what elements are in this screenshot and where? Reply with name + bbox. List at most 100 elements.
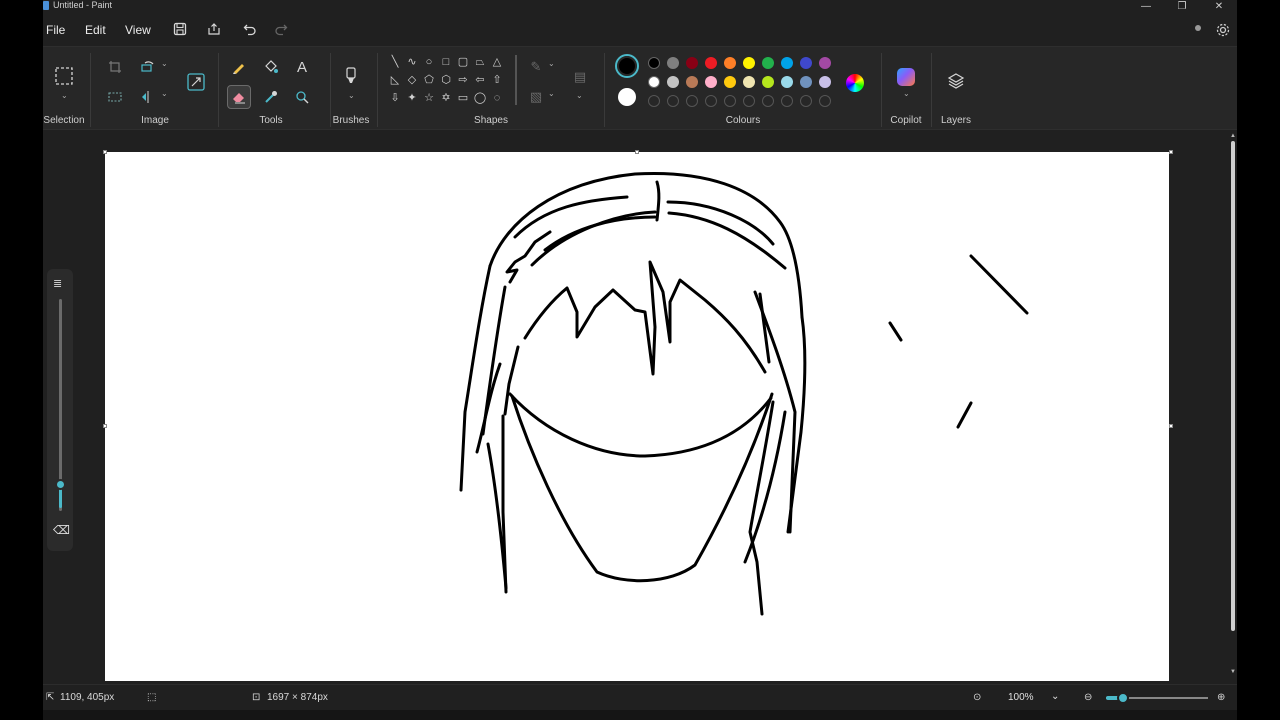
undo-icon[interactable] <box>242 22 258 38</box>
brush-size-thumb[interactable] <box>55 479 66 490</box>
custom-color-slot-8[interactable] <box>781 95 793 107</box>
shape-star4-icon[interactable]: ✦ <box>404 90 420 106</box>
magnifier-icon[interactable] <box>292 87 312 107</box>
shape-star6-icon[interactable]: ✡ <box>438 90 454 106</box>
flip-chevron-icon[interactable]: ⌄ <box>161 89 168 98</box>
custom-color-slot-7[interactable] <box>762 95 774 107</box>
scroll-down-arrow-icon[interactable]: ▼ <box>1230 669 1236 675</box>
palette-row1-swatch-7[interactable] <box>762 57 774 69</box>
palette-row1-swatch-4[interactable] <box>705 57 717 69</box>
shape-rounded-rectangle-icon[interactable]: ▢ <box>455 54 471 70</box>
canvas-resize-handle-top[interactable] <box>635 150 639 154</box>
copilot-chevron-icon[interactable]: ⌄ <box>903 89 910 98</box>
palette-row2-swatch-2[interactable] <box>667 76 679 88</box>
text-tool-icon[interactable]: A <box>292 57 312 77</box>
resize-icon[interactable] <box>185 71 207 93</box>
palette-row2-swatch-4[interactable] <box>705 76 717 88</box>
shape-style-icon[interactable]: ▤ <box>570 67 590 87</box>
shape-arrow-right-icon[interactable]: ⇨ <box>455 72 471 88</box>
zoom-out-icon[interactable]: ⊖ <box>1084 692 1092 703</box>
shape-arrow-left-icon[interactable]: ⇦ <box>472 72 488 88</box>
rotate-chevron-icon[interactable]: ⌄ <box>161 59 168 68</box>
select-all-icon[interactable] <box>105 87 125 107</box>
shape-pentagon-icon[interactable]: ⬠ <box>421 72 437 88</box>
minimize-button[interactable]: — <box>1136 0 1156 12</box>
rectangle-select-icon[interactable] <box>53 65 75 87</box>
fit-to-window-icon[interactable]: ⊙ <box>973 692 981 703</box>
palette-row1-swatch-6[interactable] <box>743 57 755 69</box>
restore-button[interactable]: ❐ <box>1172 0 1192 12</box>
color-picker-icon[interactable] <box>261 87 281 107</box>
shape-callout-rect-icon[interactable]: ▭ <box>455 90 471 106</box>
shape-rectangle-icon[interactable]: □ <box>438 54 454 70</box>
menu-edit[interactable]: Edit <box>85 23 106 37</box>
shape-right-triangle-icon[interactable]: ◺ <box>387 72 403 88</box>
canvas-resize-handle-left[interactable] <box>103 424 107 428</box>
shape-arrow-down-icon[interactable]: ⇩ <box>387 90 403 106</box>
share-icon[interactable] <box>206 22 222 38</box>
eraser-mode-icon[interactable]: ⌫ <box>53 523 70 537</box>
custom-color-slot-2[interactable] <box>667 95 679 107</box>
selection-chevron-icon[interactable]: ⌄ <box>61 91 68 100</box>
shape-triangle-icon[interactable]: △ <box>489 54 505 70</box>
outline-chevron-icon[interactable]: ⌄ <box>548 59 555 68</box>
custom-color-slot-6[interactable] <box>743 95 755 107</box>
palette-row2-swatch-8[interactable] <box>781 76 793 88</box>
palette-row1-swatch-1[interactable] <box>648 57 660 69</box>
palette-row2-swatch-7[interactable] <box>762 76 774 88</box>
palette-row2-swatch-3[interactable] <box>686 76 698 88</box>
custom-color-slot-10[interactable] <box>819 95 831 107</box>
shape-hexagon-icon[interactable]: ⬡ <box>438 72 454 88</box>
settings-gear-icon[interactable] <box>1215 22 1231 41</box>
fill-bucket-icon[interactable] <box>261 57 281 77</box>
eraser-icon[interactable] <box>229 87 249 107</box>
custom-color-slot-3[interactable] <box>686 95 698 107</box>
save-icon[interactable] <box>172 22 188 38</box>
fill-icon[interactable]: ▧ <box>526 87 546 107</box>
palette-row1-swatch-2[interactable] <box>667 57 679 69</box>
shape-curve-icon[interactable]: ∿ <box>404 54 420 70</box>
palette-row1-swatch-5[interactable] <box>724 57 736 69</box>
close-button[interactable]: ✕ <box>1209 0 1229 12</box>
menu-file[interactable]: File <box>46 23 65 37</box>
custom-color-slot-4[interactable] <box>705 95 717 107</box>
palette-row1-swatch-8[interactable] <box>781 57 793 69</box>
canvas-resize-handle-right[interactable] <box>1169 424 1173 428</box>
shape-oval-icon[interactable]: ○ <box>421 54 437 70</box>
palette-row2-swatch-6[interactable] <box>743 76 755 88</box>
secondary-color-swatch[interactable] <box>618 88 636 106</box>
rotate-icon[interactable] <box>138 57 158 77</box>
vertical-scrollbar[interactable] <box>1231 141 1235 631</box>
brush-icon[interactable] <box>340 65 362 87</box>
layers-icon[interactable] <box>946 71 966 91</box>
custom-color-slot-1[interactable] <box>648 95 660 107</box>
pencil-icon[interactable] <box>229 57 249 77</box>
palette-row2-swatch-10[interactable] <box>819 76 831 88</box>
zoom-slider-thumb[interactable] <box>1117 692 1129 704</box>
menu-view[interactable]: View <box>125 23 151 37</box>
scroll-up-arrow-icon[interactable]: ▲ <box>1230 133 1236 139</box>
palette-row2-swatch-1[interactable] <box>648 76 660 88</box>
zoom-dropdown[interactable]: 100% ⌄ <box>1007 689 1069 707</box>
canvas-resize-handle-tl[interactable] <box>103 150 107 154</box>
palette-row1-swatch-9[interactable] <box>800 57 812 69</box>
shape-diamond-icon[interactable]: ◇ <box>404 72 420 88</box>
primary-color-swatch[interactable] <box>615 54 639 78</box>
brushes-chevron-icon[interactable]: ⌄ <box>348 91 355 100</box>
shapes-scrollbar[interactable] <box>515 55 517 105</box>
custom-color-slot-9[interactable] <box>800 95 812 107</box>
crop-icon[interactable] <box>105 57 125 77</box>
fill-chevron-icon[interactable]: ⌄ <box>548 89 555 98</box>
shape-callout-oval-icon[interactable]: ◯ <box>472 90 488 106</box>
palette-row1-swatch-10[interactable] <box>819 57 831 69</box>
canvas-resize-handle-tr[interactable] <box>1169 150 1173 154</box>
shape-polygon-icon[interactable]: ⏢ <box>472 54 488 70</box>
palette-row2-swatch-5[interactable] <box>724 76 736 88</box>
drawing-canvas[interactable] <box>105 152 1169 681</box>
shape-star5-icon[interactable]: ☆ <box>421 90 437 106</box>
shape-style-chevron-icon[interactable]: ⌄ <box>576 91 583 100</box>
account-icon[interactable] <box>1193 22 1203 37</box>
zoom-in-icon[interactable]: ⊕ <box>1217 692 1225 703</box>
edit-colours-icon[interactable] <box>846 74 864 92</box>
shape-line-icon[interactable]: ╲ <box>387 54 403 70</box>
